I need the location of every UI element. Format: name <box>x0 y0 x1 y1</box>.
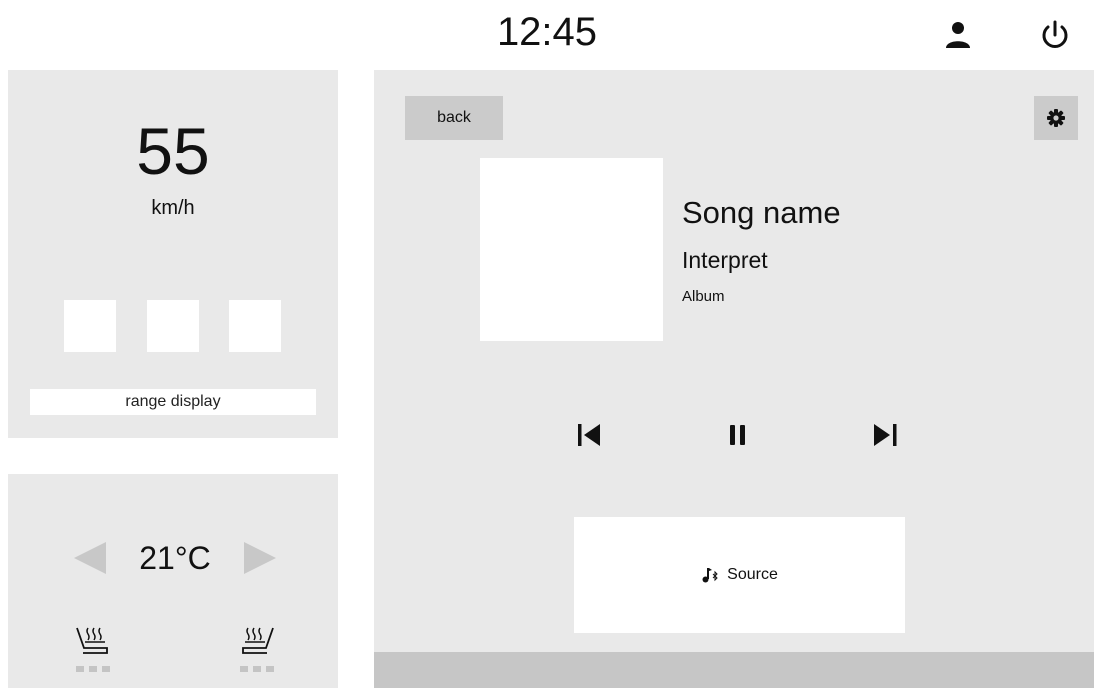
triangle-left-icon <box>74 542 106 574</box>
gear-icon <box>1047 109 1065 127</box>
climate-panel: 21°C <box>8 474 338 688</box>
temperature-value: 21°C <box>139 540 211 576</box>
album-name: Album <box>682 288 725 305</box>
bluetooth-music-icon <box>702 568 718 583</box>
seat-heater-icon <box>76 627 108 654</box>
indicator-box-1 <box>64 300 116 352</box>
person-icon <box>946 22 970 48</box>
left-seat-heat-level <box>71 666 115 672</box>
seat-heater-icon <box>242 627 274 654</box>
next-track-icon <box>874 424 897 446</box>
clock: 12:45 <box>496 10 598 54</box>
indicator-box-3 <box>229 300 281 352</box>
temperature-increase-button[interactable] <box>240 538 280 578</box>
source-button[interactable]: Source <box>574 517 905 633</box>
user-profile-button[interactable] <box>940 18 976 54</box>
previous-track-button[interactable] <box>572 415 612 455</box>
next-track-button[interactable] <box>868 415 908 455</box>
power-icon <box>1042 20 1068 48</box>
left-seat-heater-button[interactable] <box>71 622 115 672</box>
right-seat-heater-button[interactable] <box>235 622 279 672</box>
triangle-right-icon <box>244 542 276 574</box>
media-player-panel: back Song name Interpret Album Source <box>374 70 1094 688</box>
power-button[interactable] <box>1036 16 1074 54</box>
indicator-box-2 <box>147 300 199 352</box>
bottom-bar <box>374 652 1094 688</box>
album-art <box>480 158 663 341</box>
back-button[interactable]: back <box>405 96 503 140</box>
pause-icon <box>730 425 745 445</box>
artist-name: Interpret <box>682 247 768 273</box>
right-seat-heat-level <box>235 666 279 672</box>
temperature-decrease-button[interactable] <box>70 538 110 578</box>
speed-panel: 55 km/h range display <box>8 70 338 438</box>
speed-value: 55 <box>136 114 210 188</box>
range-display: range display <box>30 389 316 415</box>
pause-button[interactable] <box>718 415 758 455</box>
song-name: Song name <box>682 195 841 230</box>
settings-button[interactable] <box>1034 96 1078 140</box>
previous-track-icon <box>578 424 600 446</box>
speed-unit: km/h <box>151 197 195 219</box>
source-label: Source <box>727 566 778 583</box>
